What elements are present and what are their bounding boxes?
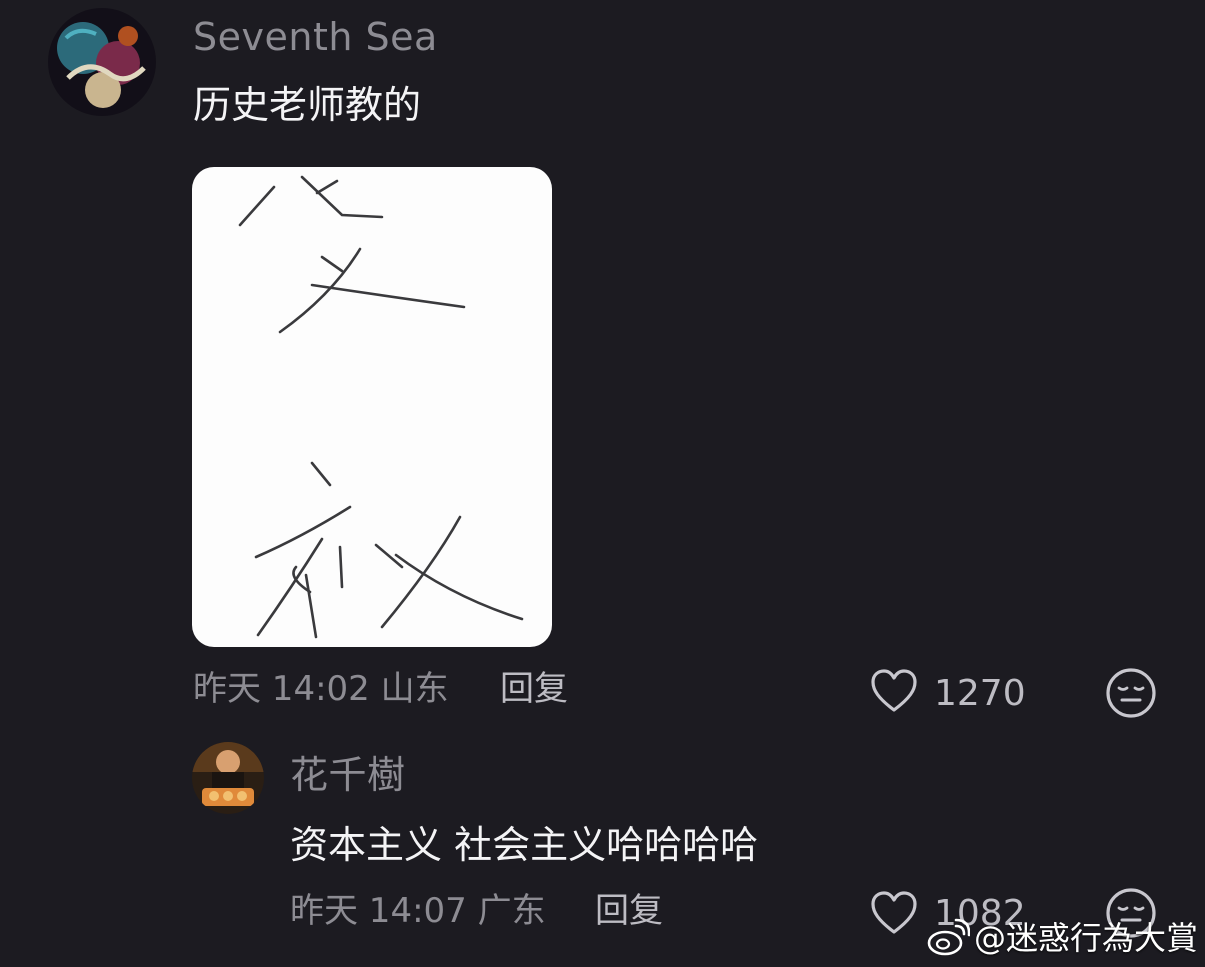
comment-username[interactable]: Seventh Sea: [193, 18, 438, 56]
watermark-text: @迷惑行為大賞: [974, 919, 1199, 957]
handwriting-strokes: [238, 175, 524, 639]
weibo-icon: [926, 918, 970, 958]
replier-avatar[interactable]: [192, 742, 264, 814]
commenter-avatar[interactable]: [48, 8, 156, 116]
reply-timestamp-location: 昨天 14:07 广东: [290, 891, 546, 931]
reply-username[interactable]: 花千樹: [290, 756, 406, 794]
reply-button[interactable]: 回复: [500, 672, 568, 706]
comment-text: 历史老师教的: [193, 83, 422, 127]
comment-image-handwritten-note[interactable]: [192, 167, 552, 647]
reply-button[interactable]: 回复: [595, 894, 663, 928]
reply-text: 资本主义 社会主义哈哈哈哈: [290, 823, 759, 867]
neutral-face-icon[interactable]: [1104, 666, 1158, 720]
heart-outline-icon[interactable]: [868, 888, 920, 940]
heart-outline-icon[interactable]: [868, 666, 920, 718]
comment-timestamp-location: 昨天 14:02 山东: [193, 669, 449, 709]
like-count: 1270: [934, 673, 1026, 714]
